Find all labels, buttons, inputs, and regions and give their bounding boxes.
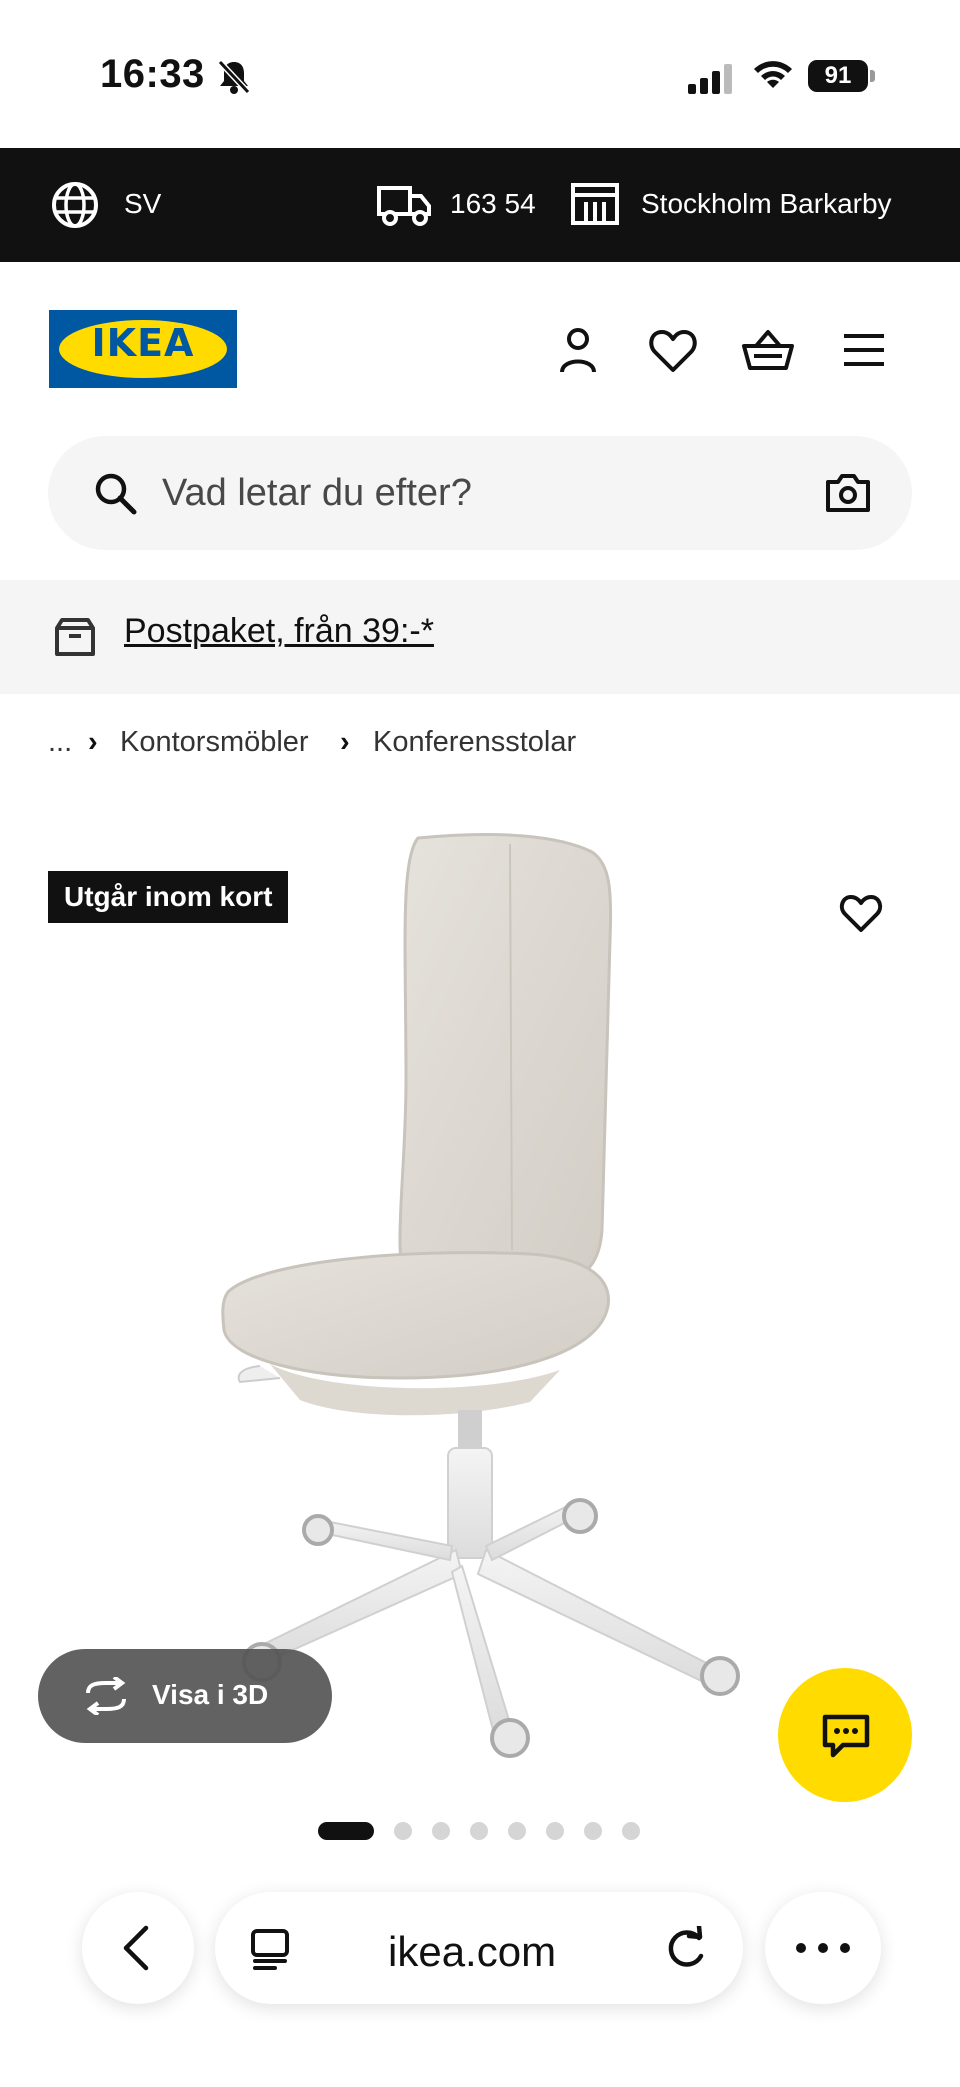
parcel-delivery-link[interactable]: Postpaket, från 39:-* <box>124 612 434 651</box>
add-to-favourites-heart-icon[interactable] <box>838 892 884 934</box>
chevron-right-icon: › <box>340 726 350 758</box>
search-input[interactable]: Vad letar du efter? <box>162 472 472 515</box>
carousel-dot[interactable] <box>546 1822 564 1840</box>
tab-overview-icon[interactable] <box>249 1928 291 1970</box>
store-selector[interactable]: Stockholm Barkarby <box>641 188 892 220</box>
address-bar[interactable]: ikea.com <box>215 1892 743 2004</box>
chat-support-button[interactable] <box>778 1668 912 1802</box>
breadcrumb-item[interactable]: Kontorsmöbler <box>120 726 309 759</box>
delivery-info-strip: Postpaket, från 39:-* <box>0 580 960 694</box>
image-carousel-indicator[interactable] <box>318 1822 660 1840</box>
favourites-heart-icon[interactable] <box>645 322 701 378</box>
shopping-basket-icon[interactable] <box>740 322 796 378</box>
breadcrumb-ellipsis[interactable]: ... <box>48 726 72 759</box>
carousel-dot[interactable] <box>318 1822 374 1840</box>
parcel-box-icon <box>55 618 95 656</box>
more-options-button[interactable] <box>765 1892 881 2004</box>
store-icon[interactable] <box>570 182 620 226</box>
battery-tip <box>870 70 875 82</box>
carousel-dot[interactable] <box>584 1822 602 1840</box>
carousel-dot[interactable] <box>508 1822 526 1840</box>
logo-text: IKEA <box>91 321 195 365</box>
cellular-signal-icon <box>688 64 732 94</box>
view-in-3d-label: Visa i 3D <box>152 1679 269 1710</box>
back-button[interactable] <box>82 1892 194 2004</box>
search-bar[interactable]: Vad letar du efter? <box>48 436 912 550</box>
battery-indicator: 91 <box>808 60 868 92</box>
postcode-selector[interactable]: 163 54 <box>450 188 536 220</box>
rotate-3d-icon <box>86 1677 126 1715</box>
url-text[interactable]: ikea.com <box>388 1928 556 1976</box>
breadcrumb-item[interactable]: Konferensstolar <box>373 726 576 759</box>
account-icon[interactable] <box>550 322 606 378</box>
globe-icon[interactable] <box>50 180 100 230</box>
wifi-icon <box>754 61 792 88</box>
language-selector[interactable]: SV <box>124 188 161 220</box>
more-dots-icon <box>796 1943 850 1953</box>
status-bar: 16:33 91 <box>0 0 960 148</box>
menu-hamburger-icon[interactable] <box>836 322 892 378</box>
delivery-truck-icon[interactable] <box>376 182 432 228</box>
product-image[interactable] <box>200 830 760 1780</box>
view-in-3d-button[interactable]: Visa i 3D <box>38 1649 332 1743</box>
reload-icon[interactable] <box>663 1926 709 1972</box>
chevron-left-icon <box>123 1925 149 1971</box>
search-icon <box>95 473 137 515</box>
chat-bubble-icon <box>822 1714 870 1758</box>
carousel-dot[interactable] <box>432 1822 450 1840</box>
status-time: 16:33 <box>100 52 205 96</box>
chevron-right-icon: › <box>88 726 98 758</box>
carousel-dot[interactable] <box>470 1822 488 1840</box>
utility-bar: SV 163 54 Stockholm Barkarby <box>0 148 960 262</box>
ikea-logo[interactable]: IKEA <box>49 310 237 388</box>
camera-search-icon[interactable] <box>824 472 872 514</box>
silent-bell-icon <box>217 59 251 95</box>
carousel-dot[interactable] <box>622 1822 640 1840</box>
product-status-badge: Utgår inom kort <box>48 871 289 923</box>
carousel-dot[interactable] <box>394 1822 412 1840</box>
